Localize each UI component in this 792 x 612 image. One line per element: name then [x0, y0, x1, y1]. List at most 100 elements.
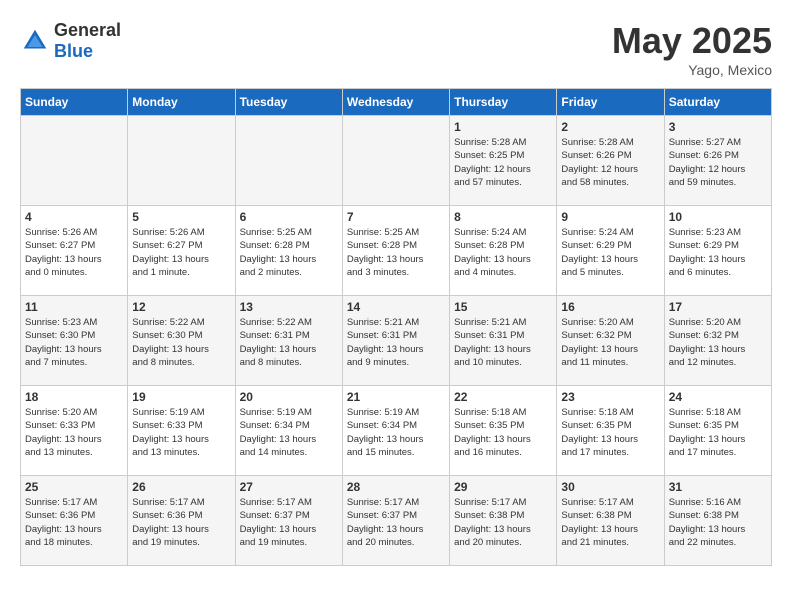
- day-number: 23: [561, 390, 659, 404]
- week-row-3: 11 Sunrise: 5:23 AM Sunset: 6:30 PM Dayli…: [21, 296, 772, 386]
- day-cell: [21, 116, 128, 206]
- day-info: Sunrise: 5:16 AM Sunset: 6:38 PM Dayligh…: [669, 496, 767, 549]
- logo-icon: [20, 26, 50, 56]
- day-cell: 29 Sunrise: 5:17 AM Sunset: 6:38 PM Dayli…: [450, 476, 557, 566]
- day-number: 13: [240, 300, 338, 314]
- day-cell: 3 Sunrise: 5:27 AM Sunset: 6:26 PM Daylig…: [664, 116, 771, 206]
- day-number: 21: [347, 390, 445, 404]
- weekday-header-thursday: Thursday: [450, 89, 557, 116]
- day-number: 8: [454, 210, 552, 224]
- day-cell: [235, 116, 342, 206]
- day-number: 30: [561, 480, 659, 494]
- day-cell: 8 Sunrise: 5:24 AM Sunset: 6:28 PM Daylig…: [450, 206, 557, 296]
- day-info: Sunrise: 5:23 AM Sunset: 6:30 PM Dayligh…: [25, 316, 123, 369]
- day-number: 22: [454, 390, 552, 404]
- day-info: Sunrise: 5:17 AM Sunset: 6:38 PM Dayligh…: [561, 496, 659, 549]
- day-cell: 6 Sunrise: 5:25 AM Sunset: 6:28 PM Daylig…: [235, 206, 342, 296]
- day-number: 17: [669, 300, 767, 314]
- day-number: 3: [669, 120, 767, 134]
- day-info: Sunrise: 5:24 AM Sunset: 6:28 PM Dayligh…: [454, 226, 552, 279]
- day-number: 25: [25, 480, 123, 494]
- day-number: 20: [240, 390, 338, 404]
- day-cell: 24Sunrise: 5:18 AM Sunset: 6:35 PM Dayli…: [664, 386, 771, 476]
- day-number: 15: [454, 300, 552, 314]
- week-row-2: 4 Sunrise: 5:26 AM Sunset: 6:27 PM Daylig…: [21, 206, 772, 296]
- day-cell: 10 Sunrise: 5:23 AM Sunset: 6:29 PM Dayli…: [664, 206, 771, 296]
- day-cell: 20 Sunrise: 5:19 AM Sunset: 6:34 PM Dayli…: [235, 386, 342, 476]
- day-cell: 26 Sunrise: 5:17 AM Sunset: 6:36 PM Dayli…: [128, 476, 235, 566]
- title-area: May 2025 Yago, Mexico: [612, 20, 772, 78]
- day-cell: 21 Sunrise: 5:19 AM Sunset: 6:34 PM Dayli…: [342, 386, 449, 476]
- day-number: 5: [132, 210, 230, 224]
- day-number: 27: [240, 480, 338, 494]
- day-cell: 15 Sunrise: 5:21 AM Sunset: 6:31 PM Dayli…: [450, 296, 557, 386]
- day-info: Sunrise: 5:26 AM Sunset: 6:27 PM Dayligh…: [132, 226, 230, 279]
- day-cell: 25 Sunrise: 5:17 AM Sunset: 6:36 PM Dayli…: [21, 476, 128, 566]
- day-number: 16: [561, 300, 659, 314]
- day-info: Sunrise: 5:17 AM Sunset: 6:36 PM Dayligh…: [25, 496, 123, 549]
- day-cell: 31 Sunrise: 5:16 AM Sunset: 6:38 PM Dayli…: [664, 476, 771, 566]
- day-number: 12: [132, 300, 230, 314]
- month-title: May 2025: [612, 20, 772, 62]
- day-cell: 28 Sunrise: 5:17 AM Sunset: 6:37 PM Dayli…: [342, 476, 449, 566]
- location: Yago, Mexico: [612, 62, 772, 78]
- day-info: Sunrise: 5:19 AM Sunset: 6:34 PM Dayligh…: [347, 406, 445, 459]
- day-info: Sunrise: 5:27 AM Sunset: 6:26 PM Dayligh…: [669, 136, 767, 189]
- day-info: Sunrise: 5:22 AM Sunset: 6:30 PM Dayligh…: [132, 316, 230, 369]
- calendar-table: SundayMondayTuesdayWednesdayThursdayFrid…: [20, 88, 772, 566]
- day-info: Sunrise: 5:18 AM Sunset: 6:35 PM Dayligh…: [669, 406, 767, 459]
- day-info: Sunrise: 5:19 AM Sunset: 6:34 PM Dayligh…: [240, 406, 338, 459]
- day-cell: 23 Sunrise: 5:18 AM Sunset: 6:35 PM Dayli…: [557, 386, 664, 476]
- day-cell: 14 Sunrise: 5:21 AM Sunset: 6:31 PM Dayli…: [342, 296, 449, 386]
- day-number: 18: [25, 390, 123, 404]
- week-row-1: 1Sunrise: 5:28 AM Sunset: 6:25 PM Daylig…: [21, 116, 772, 206]
- day-cell: 17 Sunrise: 5:20 AM Sunset: 6:32 PM Dayli…: [664, 296, 771, 386]
- week-row-5: 25 Sunrise: 5:17 AM Sunset: 6:36 PM Dayli…: [21, 476, 772, 566]
- day-number: 14: [347, 300, 445, 314]
- day-info: Sunrise: 5:25 AM Sunset: 6:28 PM Dayligh…: [240, 226, 338, 279]
- day-cell: 1Sunrise: 5:28 AM Sunset: 6:25 PM Daylig…: [450, 116, 557, 206]
- day-info: Sunrise: 5:24 AM Sunset: 6:29 PM Dayligh…: [561, 226, 659, 279]
- day-number: 28: [347, 480, 445, 494]
- page-header: General Blue May 2025 Yago, Mexico: [20, 20, 772, 78]
- calendar-header: SundayMondayTuesdayWednesdayThursdayFrid…: [21, 89, 772, 116]
- day-number: 31: [669, 480, 767, 494]
- day-info: Sunrise: 5:20 AM Sunset: 6:33 PM Dayligh…: [25, 406, 123, 459]
- day-cell: 30 Sunrise: 5:17 AM Sunset: 6:38 PM Dayli…: [557, 476, 664, 566]
- weekday-header-wednesday: Wednesday: [342, 89, 449, 116]
- day-cell: 27Sunrise: 5:17 AM Sunset: 6:37 PM Dayli…: [235, 476, 342, 566]
- day-info: Sunrise: 5:17 AM Sunset: 6:36 PM Dayligh…: [132, 496, 230, 549]
- day-info: Sunrise: 5:17 AM Sunset: 6:38 PM Dayligh…: [454, 496, 552, 549]
- day-cell: 22 Sunrise: 5:18 AM Sunset: 6:35 PM Dayli…: [450, 386, 557, 476]
- day-info: Sunrise: 5:20 AM Sunset: 6:32 PM Dayligh…: [669, 316, 767, 369]
- day-info: Sunrise: 5:26 AM Sunset: 6:27 PM Dayligh…: [25, 226, 123, 279]
- day-number: 29: [454, 480, 552, 494]
- day-info: Sunrise: 5:18 AM Sunset: 6:35 PM Dayligh…: [561, 406, 659, 459]
- day-number: 11: [25, 300, 123, 314]
- day-number: 4: [25, 210, 123, 224]
- day-cell: 2Sunrise: 5:28 AM Sunset: 6:26 PM Daylig…: [557, 116, 664, 206]
- day-number: 26: [132, 480, 230, 494]
- day-info: Sunrise: 5:21 AM Sunset: 6:31 PM Dayligh…: [454, 316, 552, 369]
- day-info: Sunrise: 5:20 AM Sunset: 6:32 PM Dayligh…: [561, 316, 659, 369]
- day-info: Sunrise: 5:21 AM Sunset: 6:31 PM Dayligh…: [347, 316, 445, 369]
- day-number: 6: [240, 210, 338, 224]
- day-info: Sunrise: 5:17 AM Sunset: 6:37 PM Dayligh…: [347, 496, 445, 549]
- day-info: Sunrise: 5:18 AM Sunset: 6:35 PM Dayligh…: [454, 406, 552, 459]
- day-cell: 9Sunrise: 5:24 AM Sunset: 6:29 PM Daylig…: [557, 206, 664, 296]
- day-cell: 19Sunrise: 5:19 AM Sunset: 6:33 PM Dayli…: [128, 386, 235, 476]
- day-info: Sunrise: 5:28 AM Sunset: 6:26 PM Dayligh…: [561, 136, 659, 189]
- weekday-header-sunday: Sunday: [21, 89, 128, 116]
- day-info: Sunrise: 5:19 AM Sunset: 6:33 PM Dayligh…: [132, 406, 230, 459]
- logo-general: General: [54, 20, 121, 40]
- day-info: Sunrise: 5:23 AM Sunset: 6:29 PM Dayligh…: [669, 226, 767, 279]
- day-info: Sunrise: 5:22 AM Sunset: 6:31 PM Dayligh…: [240, 316, 338, 369]
- day-info: Sunrise: 5:25 AM Sunset: 6:28 PM Dayligh…: [347, 226, 445, 279]
- logo-blue: Blue: [54, 41, 93, 61]
- day-info: Sunrise: 5:28 AM Sunset: 6:25 PM Dayligh…: [454, 136, 552, 189]
- day-cell: 12 Sunrise: 5:22 AM Sunset: 6:30 PM Dayli…: [128, 296, 235, 386]
- day-number: 10: [669, 210, 767, 224]
- weekday-header-saturday: Saturday: [664, 89, 771, 116]
- day-cell: 7Sunrise: 5:25 AM Sunset: 6:28 PM Daylig…: [342, 206, 449, 296]
- day-cell: 18 Sunrise: 5:20 AM Sunset: 6:33 PM Dayli…: [21, 386, 128, 476]
